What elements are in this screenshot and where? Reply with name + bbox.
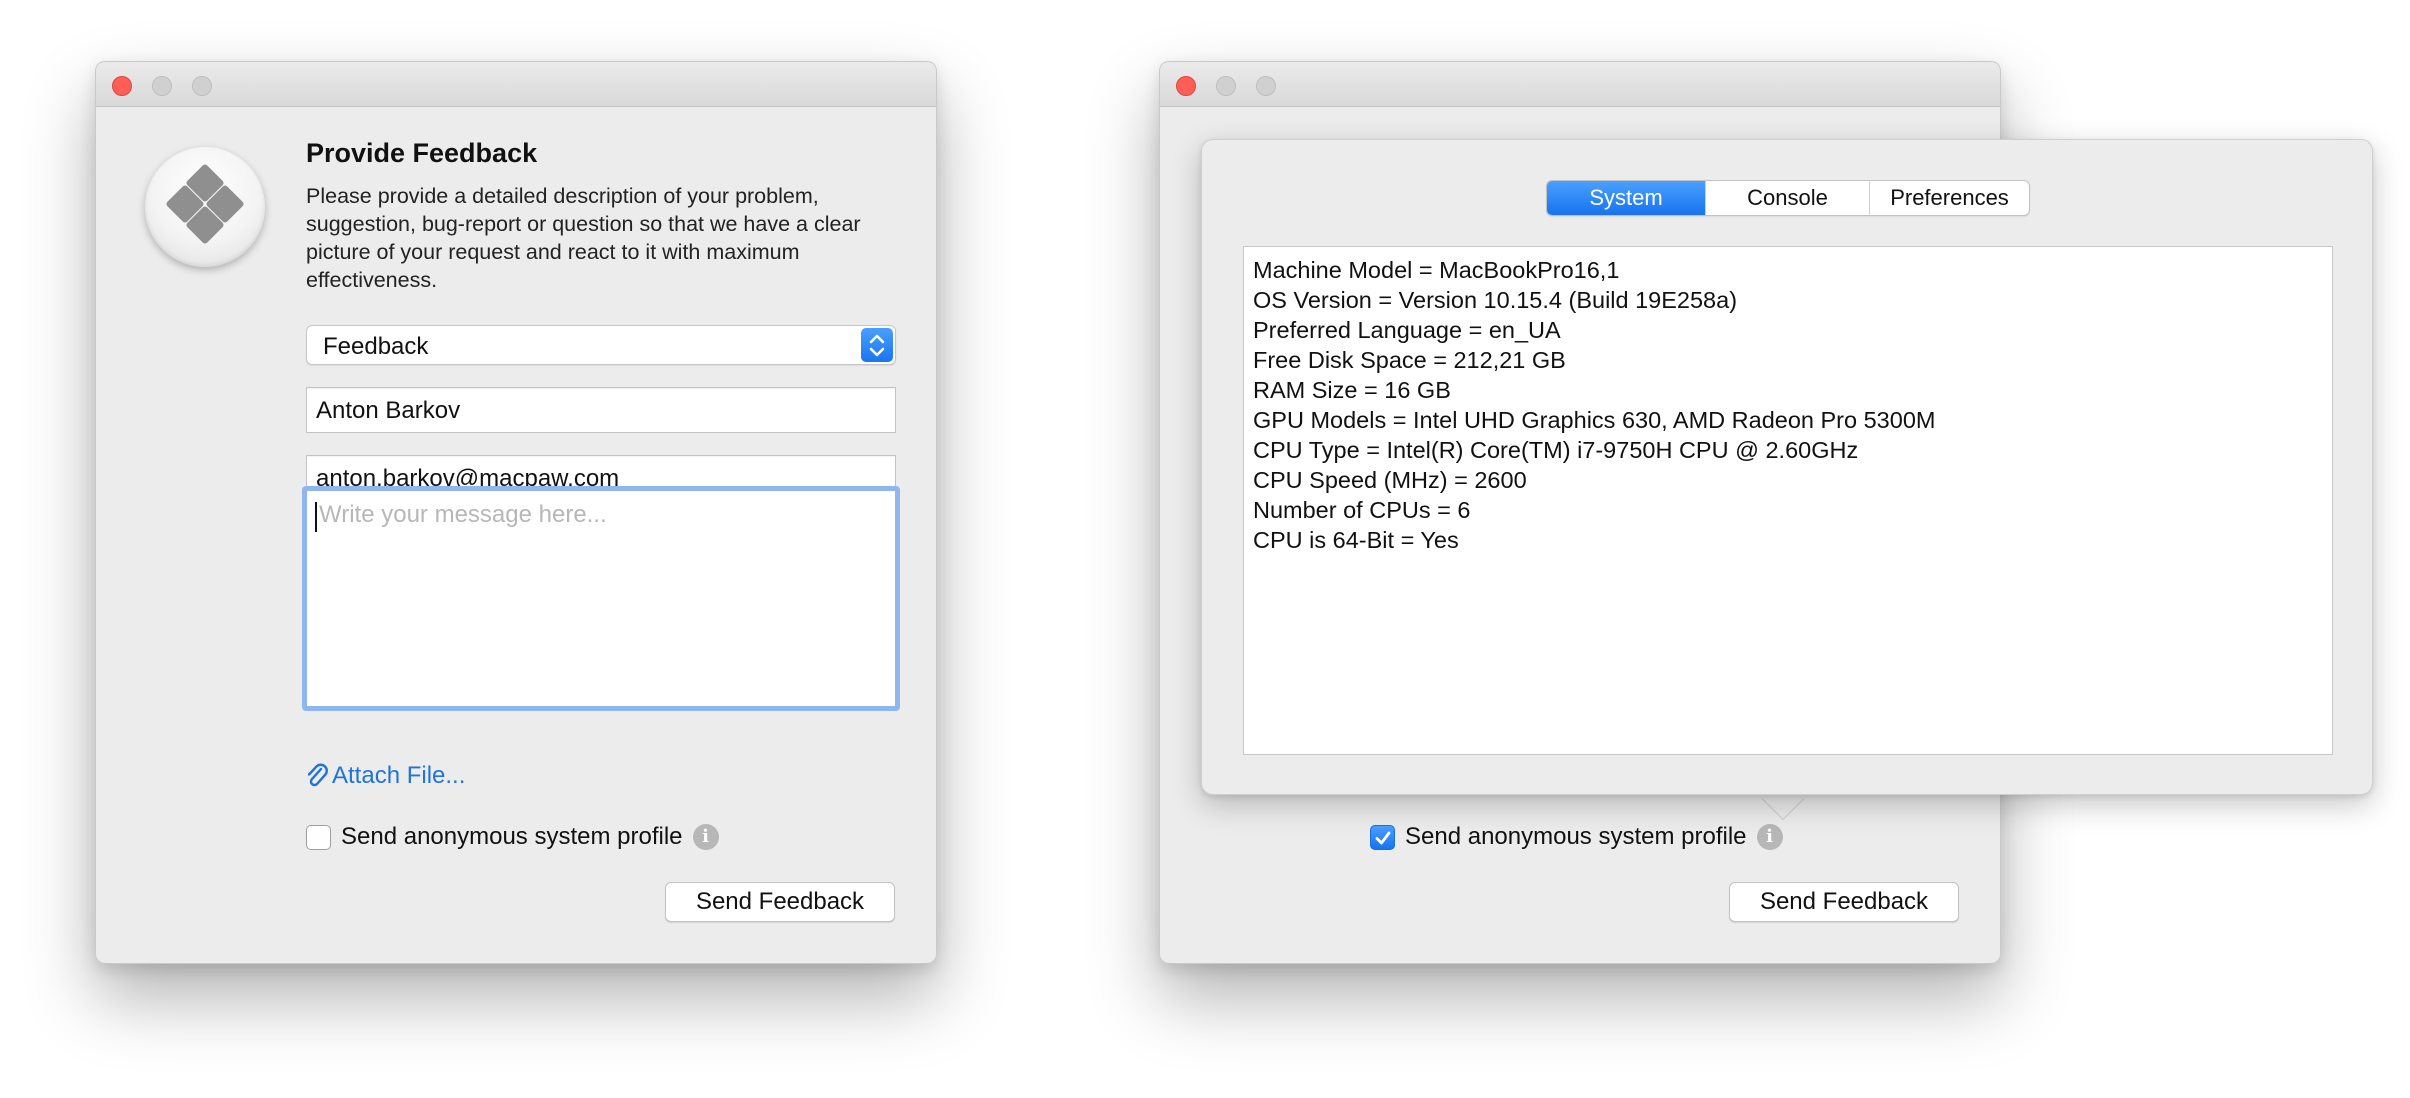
minimize-button[interactable] <box>152 76 172 96</box>
info-tabs: System Console Preferences <box>1546 180 2030 216</box>
system-info-line: Number of CPUs = 6 <box>1253 497 1471 523</box>
name-field[interactable]: Anton Barkov <box>306 387 896 433</box>
feedback-type-select[interactable]: Feedback <box>306 325 896 365</box>
profile-checkbox[interactable] <box>1370 824 1395 850</box>
system-info-line: CPU Type = Intel(R) Core(TM) i7-9750H CP… <box>1253 437 1859 463</box>
system-info-line: CPU is 64-Bit = Yes <box>1253 527 1459 553</box>
system-info-line: Preferred Language = en_UA <box>1253 317 1561 343</box>
info-icon[interactable]: i <box>692 824 719 850</box>
chevron-updown-icon[interactable] <box>861 328 893 362</box>
tab-system[interactable]: System <box>1547 181 1705 215</box>
close-button[interactable] <box>112 76 132 96</box>
profile-checkbox-label: Send anonymous system profile <box>341 823 683 850</box>
text-caret <box>315 502 317 532</box>
feedback-window: Provide Feedback Please provide a detail… <box>95 61 937 964</box>
profile-checkbox-label: Send anonymous system profile <box>1405 823 1747 850</box>
system-profile-popover: System Console Preferences Machine Model… <box>1201 139 2373 795</box>
system-info-text[interactable]: Machine Model = MacBookPro16,1 OS Versio… <box>1243 246 2333 755</box>
profile-checkbox-row: Send anonymous system profile i <box>1370 823 1783 851</box>
page-title: Provide Feedback <box>306 138 538 168</box>
info-icon[interactable]: i <box>1756 824 1783 850</box>
system-info-line: CPU Speed (MHz) = 2600 <box>1253 467 1527 493</box>
attach-file-label: Attach File... <box>332 762 466 789</box>
tab-console[interactable]: Console <box>1705 181 1869 215</box>
system-info-line: Machine Model = MacBookPro16,1 <box>1253 257 1620 283</box>
paperclip-icon <box>307 763 328 787</box>
tab-preferences[interactable]: Preferences <box>1869 181 2029 215</box>
attach-file-link[interactable]: Attach File... <box>306 762 465 790</box>
send-feedback-button[interactable]: Send Feedback <box>665 882 895 922</box>
titlebar <box>1160 62 2000 107</box>
feedback-type-value: Feedback <box>323 333 429 360</box>
minimize-button[interactable] <box>1216 76 1236 96</box>
system-info-line: GPU Models = Intel UHD Graphics 630, AMD… <box>1253 407 1936 433</box>
profile-checkbox-row: Send anonymous system profile i <box>306 823 719 851</box>
zoom-button[interactable] <box>192 76 212 96</box>
checkmark-icon <box>1375 831 1391 844</box>
titlebar <box>96 62 936 107</box>
close-button[interactable] <box>1176 76 1196 96</box>
message-placeholder: Write your message here... <box>319 501 607 528</box>
app-logo-icon <box>145 147 265 267</box>
system-info-line: OS Version = Version 10.15.4 (Build 19E2… <box>1253 287 1738 313</box>
system-info-line: Free Disk Space = 212,21 GB <box>1253 347 1566 373</box>
profile-checkbox[interactable] <box>306 824 331 850</box>
zoom-button[interactable] <box>1256 76 1276 96</box>
description-text: Please provide a detailed description of… <box>306 184 861 292</box>
system-info-line: RAM Size = 16 GB <box>1253 377 1451 403</box>
message-field[interactable]: Write your message here... <box>302 486 900 711</box>
send-feedback-button[interactable]: Send Feedback <box>1729 882 1959 922</box>
